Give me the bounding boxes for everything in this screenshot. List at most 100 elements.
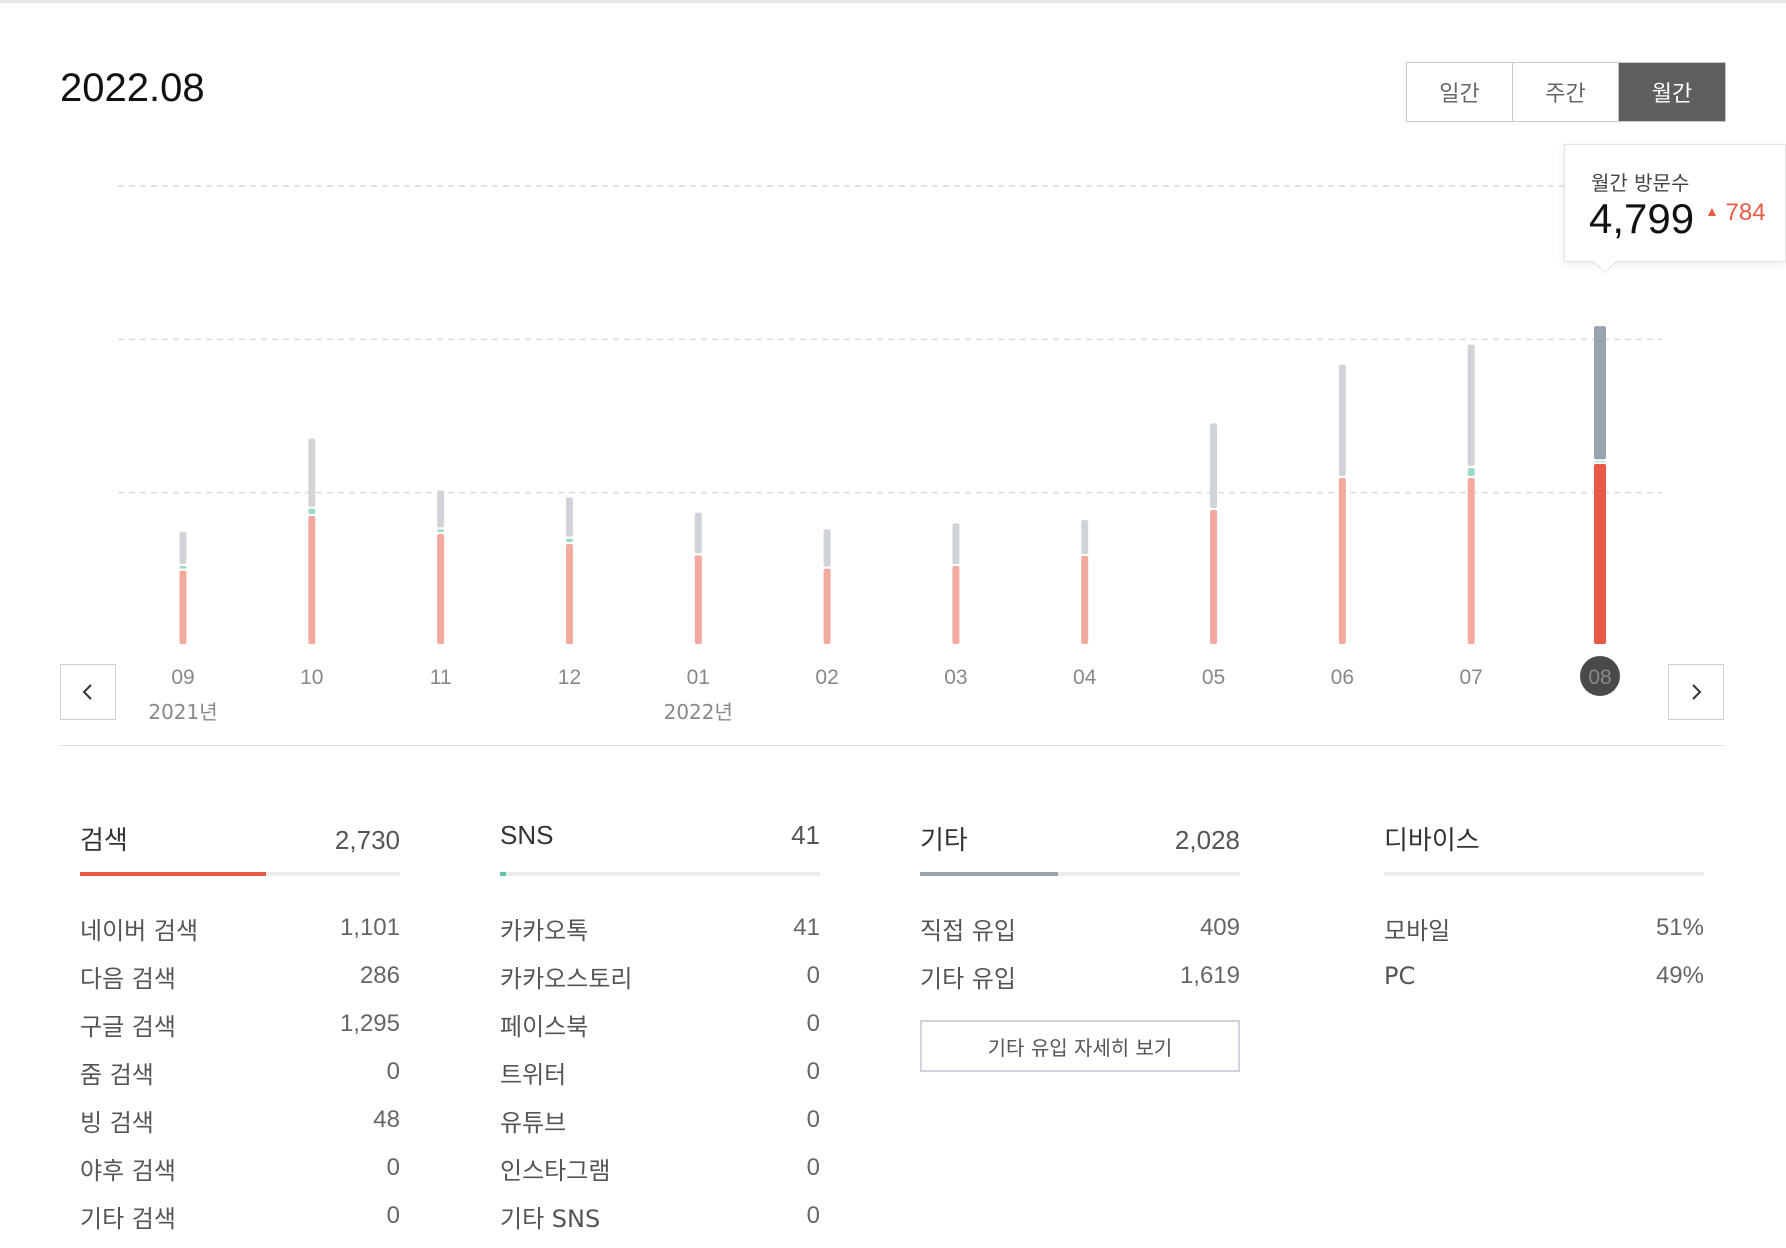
bar-other-01 xyxy=(694,512,702,554)
other-detail-button[interactable]: 기타 유입 자세히 보기 xyxy=(920,1020,1240,1072)
device-divider-bar xyxy=(1384,872,1704,876)
bar-other-03 xyxy=(952,523,960,564)
sns-row-value: 0 xyxy=(806,1010,820,1037)
x-tick-label: 04 xyxy=(1073,666,1097,689)
sns-row-label: 트위터 xyxy=(500,1060,567,1089)
bar-search-10 xyxy=(308,516,316,644)
up-triangle-icon: ▲ xyxy=(1705,203,1719,219)
device-row-value: 49% xyxy=(1655,962,1704,989)
x-tick-label: 03 xyxy=(944,666,967,689)
bar-search-11 xyxy=(437,534,445,644)
x-tick-label: 09 xyxy=(171,666,194,689)
sns-row: 트위터 0 xyxy=(500,1048,820,1096)
sns-header: SNS 41 xyxy=(500,820,820,860)
year-label: 2021년 xyxy=(148,700,217,724)
device-rows: 모바일 51% PC 49% xyxy=(1384,904,1704,1000)
bar-search-08 xyxy=(1594,464,1606,644)
search-row: 야후 검색 0 xyxy=(80,1144,400,1192)
x-tick-label: 07 xyxy=(1460,666,1483,689)
next-period-button[interactable] xyxy=(1668,664,1724,720)
bar-other-06 xyxy=(1338,364,1346,476)
bar-other-11 xyxy=(437,490,445,528)
previous-period-button[interactable] xyxy=(60,664,116,720)
search-share-fill xyxy=(80,872,266,876)
visits-tooltip: 월간 방문수 4,799 ▲ 784 xyxy=(1564,144,1786,274)
sns-row-value: 0 xyxy=(806,1106,820,1133)
sns-row-value: 0 xyxy=(806,1154,820,1181)
chevron-left-icon xyxy=(82,684,92,700)
bar-sns-11 xyxy=(437,529,445,532)
search-row-value: 1,101 xyxy=(339,914,400,941)
sns-row-label: 카카오톡 xyxy=(500,916,589,945)
search-section: 검색 2,730 네이버 검색 1,101 다음 검색 286 구글 검색 1,295 줌 … xyxy=(80,820,400,1240)
search-row: 줌 검색 0 xyxy=(80,1048,400,1096)
sns-row-label: 기타 SNS xyxy=(500,1204,601,1233)
bar-sns-09 xyxy=(179,566,187,569)
x-tick-label: 01 xyxy=(687,666,710,689)
search-row-value: 1,295 xyxy=(339,1010,400,1037)
bar-search-02 xyxy=(823,568,831,644)
search-row-label: 야후 검색 xyxy=(80,1156,176,1185)
chevron-right-icon xyxy=(1692,684,1702,700)
bar-other-05 xyxy=(1210,423,1218,508)
chart-svg: 09 10 11 12 01 02 03 04 05 06 07 08 2021년 2022년 xyxy=(118,185,1662,724)
bar-sns-08 xyxy=(1594,461,1606,463)
tooltip-label: 월간 방문수 xyxy=(1591,171,1690,195)
search-share-bar xyxy=(80,872,400,876)
x-tick-label: 06 xyxy=(1331,666,1354,689)
sns-row-label: 페이스북 xyxy=(500,1012,589,1041)
other-row-value: 409 xyxy=(1199,914,1240,941)
other-section: 기타 2,028 직접 유입 409 기타 유입 1,619 기타 유입 자세히 보기 xyxy=(920,820,1240,1072)
bar-sns-12 xyxy=(565,538,573,542)
bar-search-01 xyxy=(694,555,702,644)
visits-chart: 09 10 11 12 01 02 03 04 05 06 07 08 2021년 2022년 xyxy=(0,0,1786,760)
bar-other-08 xyxy=(1594,326,1606,460)
sns-rows: 카카오톡 41 카카오스토리 0 페이스북 0 트위터 0 유튜브 0 인스타그램 0 기타 SNS 0 xyxy=(500,904,820,1240)
search-row: 네이버 검색 1,101 xyxy=(80,904,400,952)
sns-total: 41 xyxy=(791,820,820,850)
search-row-value: 0 xyxy=(386,1058,400,1085)
sns-row-label: 카카오스토리 xyxy=(500,964,633,993)
x-tick-label: 11 xyxy=(430,666,452,689)
year-label: 2022년 xyxy=(664,700,733,724)
other-row: 직접 유입 409 xyxy=(920,904,1240,952)
bar-other-04 xyxy=(1081,520,1089,554)
sns-row-label: 인스타그램 xyxy=(500,1156,611,1185)
device-row-value: 51% xyxy=(1655,914,1704,941)
other-row-label: 기타 유입 xyxy=(920,964,1016,993)
sns-row-value: 41 xyxy=(793,914,820,941)
other-title: 기타 xyxy=(920,826,968,856)
other-row: 기타 유입 1,619 xyxy=(920,952,1240,1000)
x-tick-label: 10 xyxy=(300,666,323,689)
search-row-label: 기타 검색 xyxy=(80,1204,176,1233)
other-rows: 직접 유입 409 기타 유입 1,619 xyxy=(920,904,1240,1000)
search-row-label: 다음 검색 xyxy=(80,964,176,993)
sns-section: SNS 41 카카오톡 41 카카오스토리 0 페이스북 0 트위터 0 유튜브 0 인스타그램 0 기… xyxy=(500,820,820,1240)
chart-divider xyxy=(60,745,1724,746)
other-header: 기타 2,028 xyxy=(920,820,1240,860)
other-total: 2,028 xyxy=(1174,825,1240,855)
device-row-label: PC xyxy=(1384,962,1416,990)
tooltip-delta: ▲ 784 xyxy=(1705,199,1766,227)
bar-other-12 xyxy=(565,497,573,537)
search-header: 검색 2,730 xyxy=(80,820,400,860)
other-row-label: 직접 유입 xyxy=(920,916,1016,945)
search-row-label: 네이버 검색 xyxy=(80,916,199,945)
device-row-label: 모바일 xyxy=(1384,916,1451,945)
bar-search-06 xyxy=(1338,478,1346,644)
bar-search-03 xyxy=(952,566,960,644)
sns-row-value: 0 xyxy=(806,962,820,989)
search-row-label: 빙 검색 xyxy=(80,1108,154,1137)
sns-row-label: 유튜브 xyxy=(500,1108,567,1137)
x-tick-label: 12 xyxy=(558,666,581,689)
device-title: 디바이스 xyxy=(1384,826,1480,856)
sns-row-value: 0 xyxy=(806,1058,820,1085)
search-title: 검색 xyxy=(80,826,128,856)
search-row: 구글 검색 1,295 xyxy=(80,1000,400,1048)
bar-sns-10 xyxy=(308,508,316,514)
sns-row-value: 0 xyxy=(806,1202,820,1229)
tooltip-value: 4,799 xyxy=(1589,195,1695,242)
sns-share-bar xyxy=(500,872,820,876)
bar-search-05 xyxy=(1210,510,1218,644)
sns-row: 카카오스토리 0 xyxy=(500,952,820,1000)
